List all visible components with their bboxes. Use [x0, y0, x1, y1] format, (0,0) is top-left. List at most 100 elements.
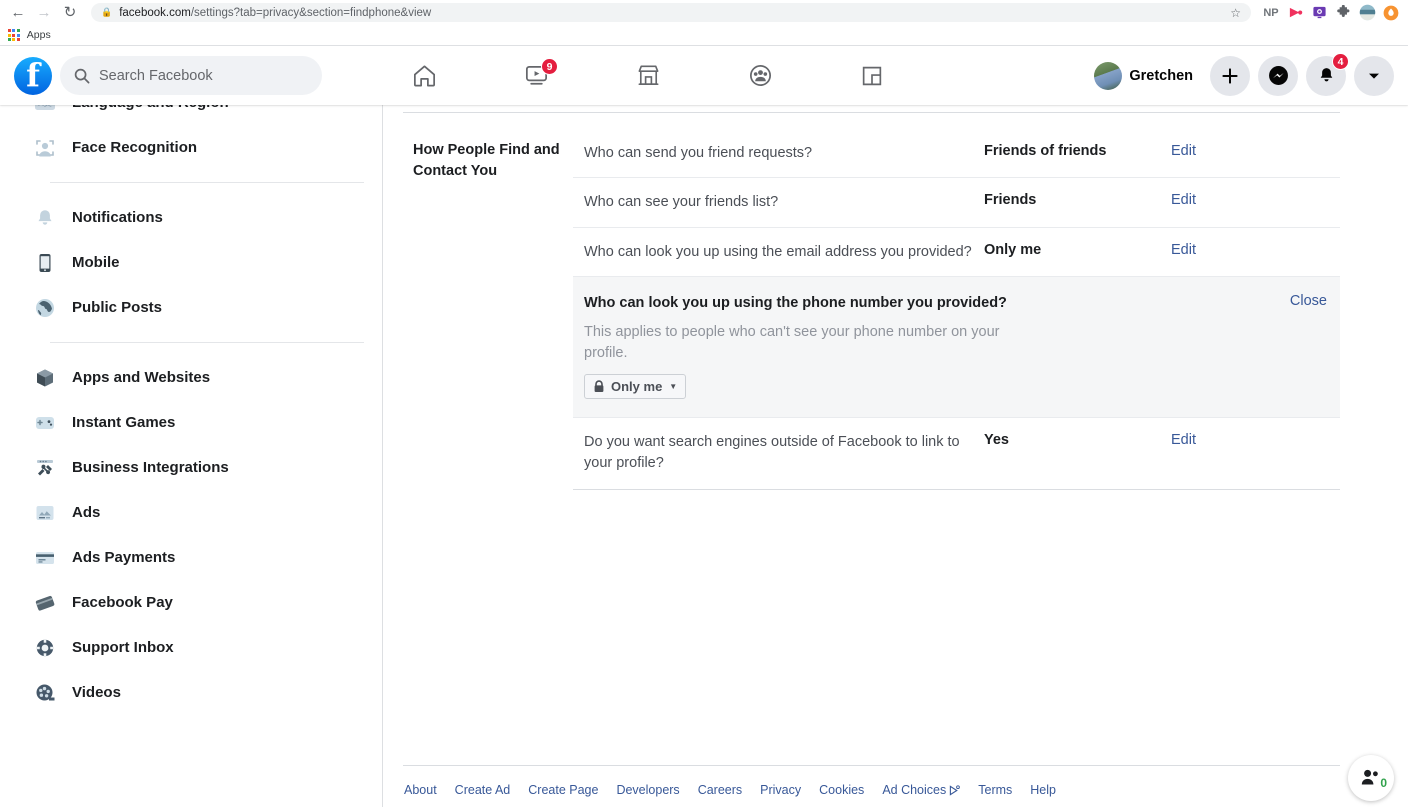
footer-link-terms[interactable]: Terms	[978, 783, 1012, 797]
sidebar-item-instant-games[interactable]: Instant Games	[0, 400, 382, 445]
ads-icon	[33, 501, 57, 525]
setting-value: Only me	[984, 241, 1042, 258]
support-inbox-lifering-icon	[33, 636, 57, 660]
sidebar-item-support-inbox[interactable]: Support Inbox	[0, 625, 382, 670]
sidebar-item-business-integrations[interactable]: Business Integrations	[0, 445, 382, 490]
edit-link[interactable]: Edit	[1156, 192, 1196, 208]
search-icon	[74, 68, 90, 83]
footer-link-about[interactable]: About	[404, 783, 437, 797]
page-body: A文 Language and Region Face Recognition	[0, 105, 1408, 807]
nav-gaming[interactable]	[816, 52, 928, 100]
edit-link[interactable]: Edit	[1156, 432, 1196, 448]
account-menu-button[interactable]	[1354, 55, 1394, 96]
footer-link-cookies[interactable]: Cookies	[819, 783, 864, 797]
monitor-extension-icon[interactable]	[1308, 2, 1330, 24]
footer-link-ad-choices[interactable]: Ad Choices	[882, 783, 961, 797]
setting-row: Who can see your friends list? Friends E…	[573, 178, 1340, 228]
profile-chip[interactable]: Gretchen	[1091, 59, 1202, 93]
contacts-count-badge: 0	[1380, 776, 1387, 790]
address-bar[interactable]: 🔒 facebook.com/settings?tab=privacy&sect…	[91, 3, 1251, 22]
sidebar-label: Mobile	[72, 254, 120, 271]
business-integrations-icon	[33, 456, 57, 480]
sidebar-label: Apps and Websites	[72, 369, 211, 386]
sidebar-item-apps-and-websites[interactable]: Apps and Websites	[0, 355, 382, 400]
globe-icon	[33, 296, 57, 320]
chevron-down-icon	[1369, 73, 1379, 79]
url-host: facebook.com	[119, 6, 191, 19]
marketplace-icon	[638, 65, 658, 85]
contacts-chat-widget[interactable]: 0	[1348, 755, 1394, 801]
orange-extension-icon[interactable]	[1380, 2, 1402, 24]
sidebar-label: Language and Region	[72, 105, 229, 111]
settings-sidebar: A文 Language and Region Face Recognition	[0, 105, 383, 807]
groups-icon	[749, 64, 771, 87]
ads-payments-card-icon	[33, 546, 57, 570]
sidebar-item-language-and-region[interactable]: A文 Language and Region	[0, 105, 382, 125]
puzzle-extensions-icon[interactable]	[1332, 2, 1354, 24]
browser-chrome: ← → ↻ 🔒 facebook.com/settings?tab=privac…	[0, 0, 1408, 46]
facebook-pay-card-icon	[33, 591, 57, 615]
sidebar-label: Business Integrations	[72, 459, 229, 476]
close-link[interactable]: Close	[1290, 293, 1327, 309]
forward-arrow-icon[interactable]: →	[32, 2, 56, 24]
messenger-icon	[1268, 66, 1288, 85]
sidebar-divider	[50, 182, 364, 183]
notifications-button[interactable]: 4	[1306, 52, 1349, 96]
footer-link-help[interactable]: Help	[1030, 783, 1056, 797]
nav-groups[interactable]	[704, 52, 816, 100]
section-title: How People Find and Contact You	[413, 142, 560, 179]
profile-name: Gretchen	[1129, 67, 1193, 84]
main-navigation: 9	[368, 52, 928, 100]
footer-link-developers[interactable]: Developers	[616, 783, 679, 797]
footer-link-privacy[interactable]: Privacy	[760, 783, 801, 797]
ad-choices-icon	[950, 784, 961, 796]
nav-marketplace[interactable]	[592, 52, 704, 100]
search-input[interactable]: Search Facebook	[60, 56, 322, 95]
notifications-bell-icon	[33, 206, 57, 230]
avatar	[1094, 61, 1123, 90]
notifications-badge: 4	[1332, 52, 1349, 70]
sidebar-item-public-posts[interactable]: Public Posts	[0, 285, 382, 330]
sidebar-label: Instant Games	[72, 414, 176, 431]
facebook-logo[interactable]: f	[14, 56, 52, 95]
profile-avatar-icon[interactable]	[1356, 2, 1378, 24]
sidebar-item-face-recognition[interactable]: Face Recognition	[0, 125, 382, 170]
header-right-actions: Gretchen 4	[1091, 52, 1394, 96]
np-extension-icon[interactable]: NP	[1260, 2, 1282, 24]
audience-value: Only me	[611, 379, 663, 395]
url-path: /settings?tab=privacy&section=findphone&…	[190, 6, 432, 19]
nav-home[interactable]	[368, 52, 480, 100]
sidebar-divider	[50, 342, 364, 343]
reload-icon[interactable]: ↻	[58, 2, 82, 24]
sidebar-item-videos[interactable]: Videos	[0, 670, 382, 715]
sidebar-item-notifications[interactable]: Notifications	[0, 195, 382, 240]
footer-link-create-page[interactable]: Create Page	[528, 783, 598, 797]
apps-bookmark-label[interactable]: Apps	[27, 29, 51, 41]
audience-selector-button[interactable]: Only me ▼	[584, 374, 687, 400]
sidebar-item-ads[interactable]: Ads	[0, 490, 382, 535]
apps-websites-cube-icon	[33, 366, 57, 390]
settings-content: How People Find and Contact You Who can …	[383, 105, 1408, 807]
sidebar-item-mobile[interactable]: Mobile	[0, 240, 382, 285]
messenger-button[interactable]	[1258, 55, 1298, 96]
mobile-phone-icon	[33, 251, 57, 275]
create-button[interactable]	[1210, 55, 1250, 96]
setting-value: Yes	[984, 432, 1009, 449]
back-arrow-icon[interactable]: ←	[6, 2, 30, 24]
lock-icon	[594, 380, 604, 393]
sidebar-item-ads-payments[interactable]: Ads Payments	[0, 535, 382, 580]
instant-games-icon	[33, 411, 57, 435]
nav-watch[interactable]: 9	[480, 52, 592, 100]
footer-link-create-ad[interactable]: Create Ad	[455, 783, 511, 797]
edit-link[interactable]: Edit	[1156, 242, 1196, 258]
sidebar-label: Videos	[72, 684, 121, 701]
setting-row: Who can send you friend requests? Friend…	[573, 129, 1340, 179]
sidebar-item-facebook-pay[interactable]: Facebook Pay	[0, 580, 382, 625]
edit-link[interactable]: Edit	[1156, 143, 1196, 159]
red-arrow-extension-icon[interactable]	[1284, 2, 1306, 24]
footer-link-careers[interactable]: Careers	[698, 783, 742, 797]
sidebar-label: Ads	[72, 504, 101, 521]
sidebar-label: Public Posts	[72, 299, 163, 316]
gaming-icon	[862, 66, 882, 85]
star-icon[interactable]: ☆	[1230, 6, 1241, 20]
